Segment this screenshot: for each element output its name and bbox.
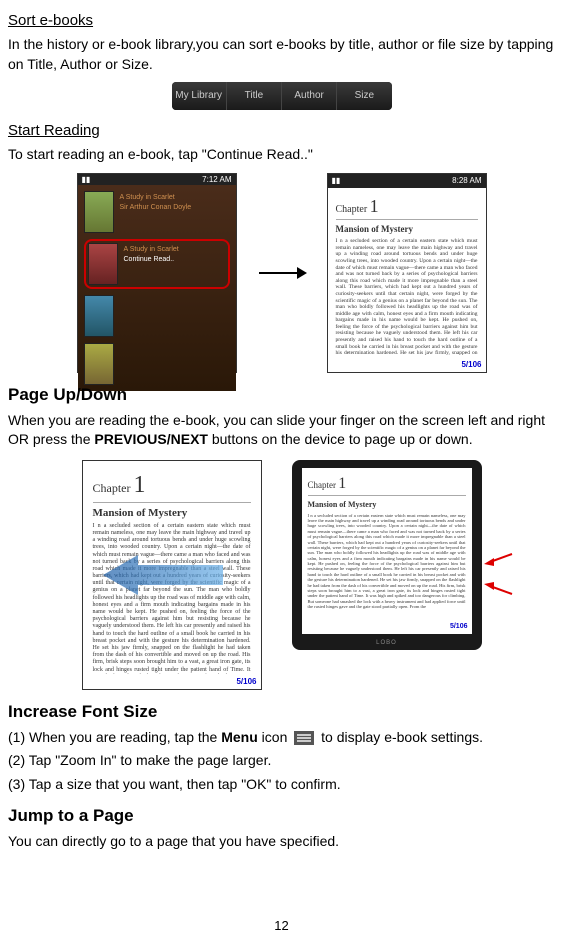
sort-tab-size[interactable]: Size bbox=[337, 82, 391, 110]
chapter-number: 1 bbox=[338, 475, 346, 492]
book-title: A Study in Scarlet bbox=[124, 245, 224, 255]
book-row: A Study in Scarlet Sir Arthur Conan Doyl… bbox=[84, 191, 230, 233]
book-cover-icon bbox=[84, 191, 114, 233]
font-step2: (2) Tap "Zoom In" to make the page large… bbox=[8, 751, 555, 771]
book-author: Sir Arthur Conan Doyle bbox=[120, 203, 228, 213]
chapter-title: Mansion of Mystery bbox=[336, 224, 478, 235]
font-step1: (1) When you are reading, tap the Menu i… bbox=[8, 728, 555, 748]
jump-heading: Jump to a Page bbox=[8, 804, 555, 828]
chapter-number: 1 bbox=[134, 472, 146, 498]
statusbar-network-icon: ▮▮ bbox=[332, 175, 341, 186]
menu-label-bold: Menu bbox=[221, 729, 258, 745]
sort-bar-figure: My Library Title Author Size bbox=[8, 82, 555, 110]
sort-heading: Sort e-books bbox=[8, 10, 555, 31]
page-number: 12 bbox=[274, 917, 288, 935]
reader-page-text: I n a secluded section of a certain east… bbox=[308, 513, 466, 610]
chapter-number: 1 bbox=[370, 196, 379, 216]
text-segment: to display e-book settings. bbox=[317, 729, 483, 745]
statusbar-time: 7:12 AM bbox=[202, 174, 231, 185]
sort-tab-title[interactable]: Title bbox=[227, 82, 282, 110]
chapter-label: Chapter bbox=[336, 204, 368, 215]
text-segment: (1) When you are reading, tap the bbox=[8, 729, 221, 745]
book-cover-icon bbox=[88, 243, 118, 285]
text-segment: buttons on the device to page up or down… bbox=[208, 431, 473, 447]
reader-page-text: I n a secluded section of a certain east… bbox=[336, 238, 478, 356]
start-reading-figures: ▮▮ 7:12 AM A Study in Scarlet Sir Arthur… bbox=[8, 173, 555, 373]
statusbar: ▮▮ 7:12 AM bbox=[78, 174, 236, 185]
device-frame: Chapter 1 Mansion of Mystery I n a seclu… bbox=[292, 460, 482, 650]
statusbar-network-icon: ▮▮ bbox=[82, 174, 91, 185]
chapter-title: Mansion of Mystery bbox=[93, 507, 251, 520]
jump-description: You can directly go to a page that you h… bbox=[8, 832, 555, 852]
start-reading-heading: Start Reading bbox=[8, 120, 555, 141]
text-segment: icon bbox=[258, 729, 291, 745]
chapter-label: Chapter bbox=[308, 480, 337, 490]
reader-page-text: I n a secluded section of a certain east… bbox=[93, 523, 251, 674]
font-step3: (3) Tap a size that you want, then tap "… bbox=[8, 775, 555, 795]
sort-description: In the history or e-book library,you can… bbox=[8, 35, 555, 74]
pageupdown-heading: Page Up/Down bbox=[8, 383, 555, 407]
chapter-title: Mansion of Mystery bbox=[308, 500, 466, 510]
book-cover-icon bbox=[84, 343, 114, 385]
arrow-right-icon bbox=[257, 263, 307, 283]
sort-tab-author[interactable]: Author bbox=[282, 82, 337, 110]
book-cover-icon bbox=[84, 295, 114, 337]
reader-screenshot: ▮▮ 8:28 AM Chapter 1 Mansion of Mystery … bbox=[327, 173, 487, 373]
red-arrow-icon bbox=[484, 552, 514, 566]
book-row bbox=[84, 343, 230, 385]
statusbar-time: 8:28 AM bbox=[452, 175, 481, 186]
book-row bbox=[84, 295, 230, 337]
continue-read-label: Continue Read.. bbox=[124, 255, 224, 265]
pageupdown-description: When you are reading the e-book, you can… bbox=[8, 411, 555, 450]
continue-read-row[interactable]: A Study in Scarlet Continue Read.. bbox=[84, 239, 230, 289]
font-heading: Increase Font Size bbox=[8, 700, 555, 724]
start-reading-description: To start reading an e-book, tap "Continu… bbox=[8, 145, 555, 165]
swipe-screenshot: Chapter 1 Mansion of Mystery I n a seclu… bbox=[82, 460, 262, 690]
sort-tab-mylibrary[interactable]: My Library bbox=[172, 82, 227, 110]
previous-next-label: PREVIOUS/NEXT bbox=[94, 431, 208, 447]
page-indicator: 5/106 bbox=[83, 674, 261, 689]
device-figure-wrapper: Chapter 1 Mansion of Mystery I n a seclu… bbox=[292, 460, 482, 690]
red-arrow-icon bbox=[484, 582, 514, 596]
pageupdown-figures: Chapter 1 Mansion of Mystery I n a seclu… bbox=[8, 460, 555, 690]
menu-icon bbox=[294, 731, 314, 745]
library-screenshot: ▮▮ 7:12 AM A Study in Scarlet Sir Arthur… bbox=[77, 173, 237, 373]
swipe-left-arrow-icon bbox=[103, 555, 223, 595]
device-logo: LOBO bbox=[376, 639, 397, 647]
statusbar: ▮▮ 8:28 AM bbox=[328, 174, 486, 188]
chapter-label: Chapter bbox=[93, 481, 131, 495]
page-indicator: 5/106 bbox=[302, 620, 472, 634]
book-title: A Study in Scarlet bbox=[120, 193, 228, 203]
page-indicator: 5/106 bbox=[328, 357, 486, 372]
